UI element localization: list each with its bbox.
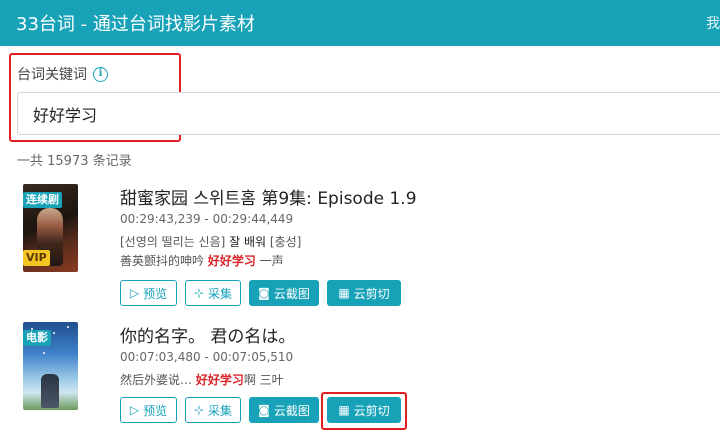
- poster-star: [67, 326, 69, 328]
- original-subtitle-post: [충성]: [266, 235, 302, 249]
- clip-button-label: 云剪切: [353, 286, 390, 301]
- screenshot-button[interactable]: ◙ 云截图: [249, 397, 319, 423]
- search-label: 台词关键词 i: [17, 64, 108, 84]
- screenshot-button[interactable]: ◙ 云截图: [249, 280, 319, 306]
- result-timecode: 00:07:03,480 - 00:07:05,510: [120, 350, 294, 364]
- poster-star: [43, 352, 45, 354]
- film-icon: ▦: [338, 286, 350, 300]
- result-count: 一共 15973 条记录: [17, 154, 132, 169]
- preview-button-label: 预览: [143, 403, 168, 418]
- vip-badge: VIP: [23, 250, 50, 266]
- original-subtitle-match: 잘 배워: [229, 235, 267, 249]
- category-tag: 电影: [23, 330, 51, 346]
- info-icon[interactable]: i: [93, 66, 108, 82]
- poster-figure: [41, 374, 59, 408]
- translated-subtitle: 然后外婆说… 好好学习啊 三叶: [120, 371, 284, 388]
- header-right-text[interactable]: 我: [706, 13, 720, 33]
- annotation-box-clip: [321, 392, 407, 430]
- original-subtitle: [선영의 떨리는 신음] 잘 배워 [충성]: [120, 233, 301, 250]
- translated-subtitle: 善英颤抖的呻吟 好好学习 一声: [120, 252, 284, 269]
- bookmark-add-icon: ⊹: [193, 286, 205, 300]
- play-icon: ▷: [129, 286, 140, 300]
- preview-button[interactable]: ▷ 预览: [120, 397, 177, 423]
- play-icon: ▷: [129, 403, 140, 417]
- collect-button[interactable]: ⊹ 采集: [185, 280, 241, 306]
- translated-subtitle-match: 好好学习: [207, 254, 256, 268]
- collect-button[interactable]: ⊹ 采集: [185, 397, 241, 423]
- camera-icon: ◙: [258, 403, 270, 417]
- result-timecode: 00:29:43,239 - 00:29:44,449: [120, 212, 294, 226]
- search-label-text: 台词关键词: [17, 67, 87, 83]
- collect-button-label: 采集: [208, 403, 233, 418]
- translated-subtitle-match: 好好学习: [195, 373, 244, 387]
- translated-subtitle-post: 啊 三叶: [243, 373, 284, 387]
- poster-star: [53, 332, 55, 334]
- result-title[interactable]: 甜蜜家园 스위트홈 第9集: Episode 1.9: [120, 184, 417, 209]
- category-tag: 连续剧: [23, 192, 62, 208]
- collect-button-label: 采集: [208, 286, 233, 301]
- preview-button-label: 预览: [143, 286, 168, 301]
- original-subtitle-pre: [선영의 떨리는 신음]: [120, 235, 230, 249]
- screenshot-button-label: 云截图: [273, 286, 310, 301]
- camera-icon: ◙: [258, 286, 270, 300]
- app-header: 33台词 - 通过台词找影片素材 我: [0, 0, 720, 46]
- translated-subtitle-pre: 然后外婆说…: [120, 373, 196, 387]
- translated-subtitle-pre: 善英颤抖的呻吟: [120, 254, 208, 268]
- result-title[interactable]: 你的名字。 君の名は。: [120, 322, 295, 347]
- result-item: 连续剧 VIP 甜蜜家园 스위트홈 第9集: Episode 1.9 00:29…: [0, 184, 720, 314]
- app-title[interactable]: 33台词 - 通过台词找影片素材: [16, 10, 255, 36]
- clip-button[interactable]: ▦ 云剪切: [327, 280, 401, 306]
- search-input[interactable]: [17, 92, 720, 135]
- preview-button[interactable]: ▷ 预览: [120, 280, 177, 306]
- translated-subtitle-post: 一声: [255, 254, 284, 268]
- screenshot-button-label: 云截图: [273, 403, 310, 418]
- bookmark-add-icon: ⊹: [193, 403, 205, 417]
